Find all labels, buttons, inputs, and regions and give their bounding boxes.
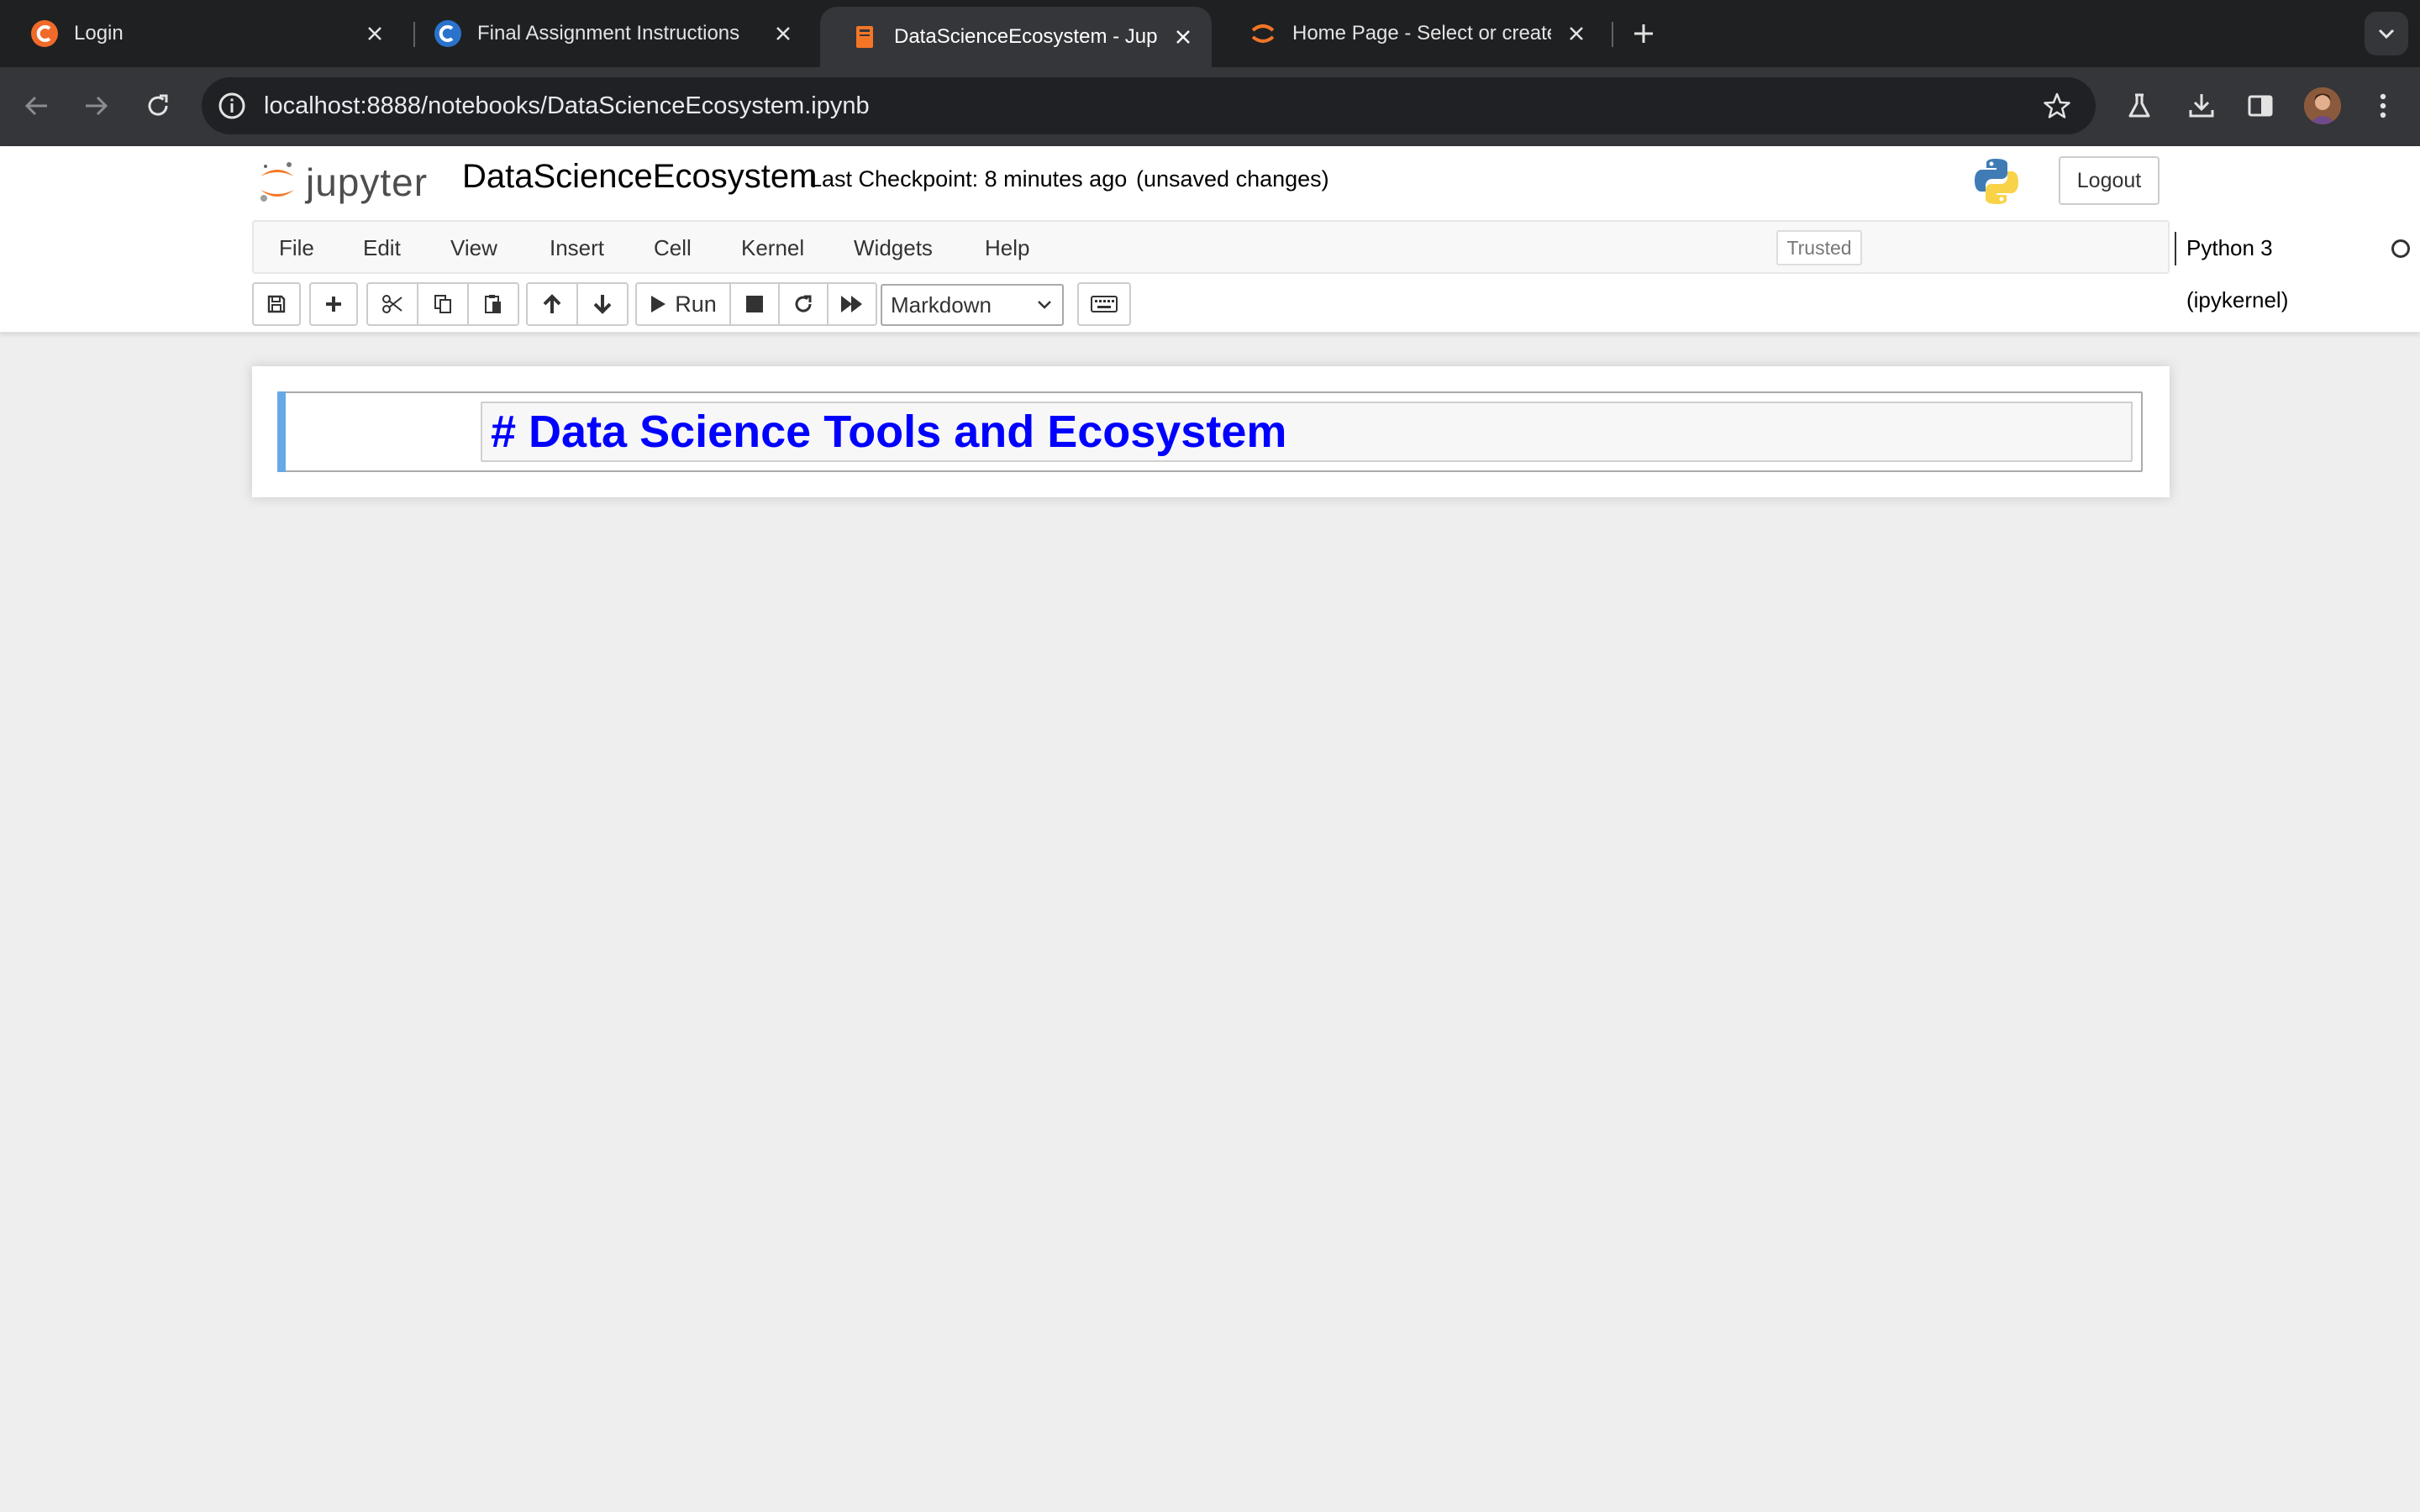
jupyter-logo[interactable]: jupyter xyxy=(257,155,442,213)
tab-title: DataScienceEcosystem - Jupyter Notebook xyxy=(894,25,1158,48)
menu-view[interactable]: View xyxy=(450,222,497,274)
arrow-down-icon xyxy=(593,295,612,314)
arrow-left-icon xyxy=(24,96,47,116)
notebook-icon xyxy=(856,26,873,48)
close-icon[interactable] xyxy=(1560,17,1593,50)
last-checkpoint: Last Checkpoint: 8 minutes ago xyxy=(809,166,1128,192)
insert-cell-button[interactable] xyxy=(309,282,358,326)
cell-toolbar: Run Markdown xyxy=(252,282,2170,328)
move-cell-up-button[interactable] xyxy=(526,282,578,326)
jupyter-header: jupyter DataScienceEcosystem Last Checkp… xyxy=(0,146,2420,333)
copy-button[interactable] xyxy=(417,282,469,326)
notebook-menubar: File Edit View Insert Cell Kernel Widget… xyxy=(252,220,2410,312)
save-icon xyxy=(267,295,286,313)
tab-separator xyxy=(413,22,415,47)
interrupt-kernel-button[interactable] xyxy=(729,282,780,326)
tab-separator xyxy=(1612,22,1613,47)
coursera-icon xyxy=(31,20,58,47)
notebook-container: # Data Science Tools and Ecosystem xyxy=(252,366,2170,497)
profile-avatar[interactable] xyxy=(2304,87,2341,124)
notebook-name[interactable]: DataScienceEcosystem xyxy=(462,158,817,196)
close-icon[interactable] xyxy=(1166,20,1200,54)
browser-tab-strip: Login Final Assignment Instructions Data… xyxy=(0,0,2420,67)
more-menu-icon[interactable] xyxy=(2361,84,2405,128)
side-panel-icon[interactable] xyxy=(2238,84,2282,128)
menu-insert[interactable]: Insert xyxy=(550,222,604,274)
reload-button[interactable] xyxy=(136,84,180,128)
site-info-icon[interactable] xyxy=(215,89,249,123)
arrow-right-icon xyxy=(86,96,108,116)
close-icon[interactable] xyxy=(766,17,800,50)
tab-datascienceecosystem[interactable]: DataScienceEcosystem - Jupyter Notebook xyxy=(820,7,1212,67)
python-logo-icon xyxy=(1975,159,2018,204)
chevron-down-icon xyxy=(2378,29,2395,39)
cell-type-select[interactable]: Markdown xyxy=(881,284,1064,326)
run-label: Run xyxy=(675,291,717,317)
logout-button[interactable]: Logout xyxy=(2059,156,2160,205)
menu-cell[interactable]: Cell xyxy=(654,222,692,274)
tab-final-assignment[interactable]: Final Assignment Instructions xyxy=(417,5,812,62)
fast-forward-icon xyxy=(841,296,862,312)
paste-button[interactable] xyxy=(467,282,519,326)
kernel-separator xyxy=(2175,232,2176,265)
tab-home-page[interactable]: Home Page - Select or create a notebook xyxy=(1218,5,1605,62)
tab-login[interactable]: Login xyxy=(0,5,403,62)
tab-title: Login xyxy=(74,22,124,45)
bookmark-star-icon[interactable] xyxy=(2040,89,2074,123)
command-palette-button[interactable] xyxy=(1077,282,1131,326)
menu-help[interactable]: Help xyxy=(985,222,1029,274)
coursera-c-icon xyxy=(434,20,461,47)
menu-file[interactable]: File xyxy=(279,222,314,274)
new-tab-button[interactable] xyxy=(1627,17,1660,50)
labs-flask-icon[interactable] xyxy=(2118,84,2161,128)
plus-icon xyxy=(326,297,341,312)
trusted-indicator[interactable]: Trusted xyxy=(1776,230,1862,265)
menu-kernel[interactable]: Kernel xyxy=(741,222,804,274)
forward-button[interactable] xyxy=(74,84,118,128)
reload-icon xyxy=(148,94,168,116)
stop-icon xyxy=(746,296,763,312)
cell-source-text[interactable]: # Data Science Tools and Ecosystem xyxy=(491,403,1286,460)
unsaved-changes: (unsaved changes) xyxy=(1136,166,1329,192)
play-icon xyxy=(651,296,666,312)
chevron-down-icon xyxy=(1038,301,1051,309)
jupyter-wordmark: jupyter xyxy=(306,160,429,204)
restart-kernel-button[interactable] xyxy=(778,282,829,326)
tab-search-button[interactable] xyxy=(2365,12,2408,55)
move-cell-down-button[interactable] xyxy=(576,282,629,326)
paste-icon xyxy=(485,295,501,313)
back-button[interactable] xyxy=(15,84,59,128)
jupyter-icon xyxy=(1251,24,1275,43)
kernel-name[interactable]: Python 3 (ipykernel) xyxy=(2186,222,2288,312)
menu-edit[interactable]: Edit xyxy=(363,222,401,274)
browser-toolbar: localhost:8888/notebooks/DataScienceEcos… xyxy=(0,67,2420,146)
cell-selected-indicator xyxy=(277,391,286,472)
address-bar[interactable]: localhost:8888/notebooks/DataScienceEcos… xyxy=(202,77,2096,134)
keyboard-icon xyxy=(1091,296,1118,312)
tab-title: Home Page - Select or create a notebook xyxy=(1292,22,1551,45)
jupyter-logo-icon xyxy=(260,162,294,202)
kernel-idle-indicator-icon xyxy=(2391,239,2410,258)
scissors-icon xyxy=(382,295,402,313)
restart-icon xyxy=(795,295,812,312)
restart-run-all-button[interactable] xyxy=(827,282,877,326)
copy-icon xyxy=(434,295,451,313)
cut-button[interactable] xyxy=(366,282,418,326)
markdown-cell[interactable]: # Data Science Tools and Ecosystem xyxy=(277,391,2143,472)
url-text[interactable]: localhost:8888/notebooks/DataScienceEcos… xyxy=(264,77,870,134)
run-button[interactable]: Run xyxy=(635,282,731,326)
save-button[interactable] xyxy=(252,282,301,326)
menu-widgets[interactable]: Widgets xyxy=(854,222,933,274)
arrow-up-icon xyxy=(543,294,561,313)
plus-icon xyxy=(1634,24,1653,43)
download-icon[interactable] xyxy=(2180,84,2223,128)
cell-type-value: Markdown xyxy=(891,292,992,318)
tab-title: Final Assignment Instructions xyxy=(477,22,740,45)
close-icon[interactable] xyxy=(358,17,392,50)
cell-editor[interactable]: # Data Science Tools and Ecosystem xyxy=(481,402,2133,462)
